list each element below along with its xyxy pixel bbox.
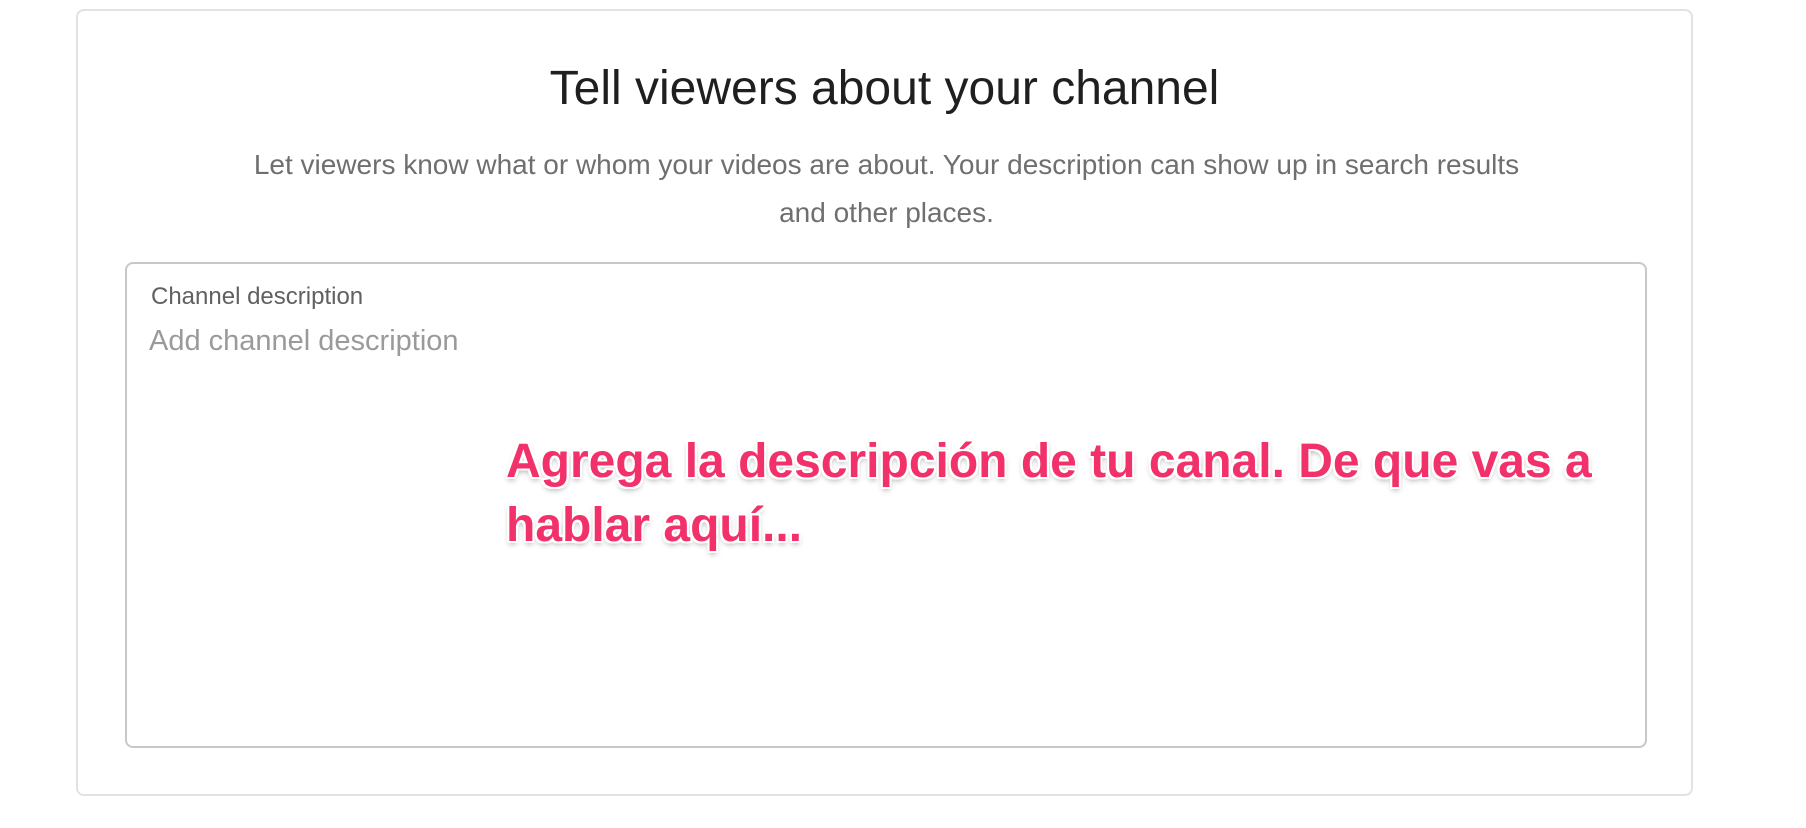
channel-description-card: Tell viewers about your channel Let view… (76, 9, 1693, 796)
annotation-overlay: Agrega la descripción de tu canal. De qu… (506, 435, 1592, 552)
page-subtitle: Let viewers know what or whom your video… (253, 149, 1520, 228)
page-title: Tell viewers about your channel (549, 62, 1220, 115)
channel-description-label: Channel description (151, 283, 364, 310)
